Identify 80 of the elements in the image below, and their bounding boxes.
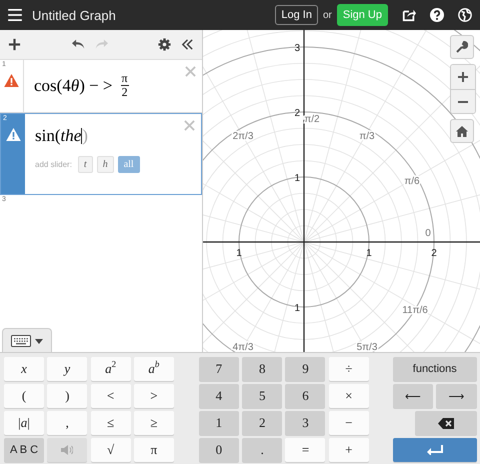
keypad-key[interactable]: ≥ [134, 411, 174, 435]
globe-icon[interactable] [458, 8, 472, 22]
keypad-key[interactable]: 8 [242, 357, 282, 381]
settings-button[interactable] [450, 35, 474, 59]
keypad-key[interactable]: = [285, 438, 326, 462]
undo-icon[interactable] [72, 38, 84, 51]
enter-key[interactable] [392, 438, 477, 462]
keyboard-toggle[interactable] [2, 328, 52, 352]
angle-label: π/3 [359, 131, 375, 142]
keypad-key[interactable]: x [4, 357, 44, 381]
slider-option[interactable]: h [96, 156, 114, 173]
keypad-key[interactable]: < [90, 384, 131, 408]
enter-icon [426, 445, 444, 455]
keypad-key[interactable]: ⟶ [436, 384, 477, 408]
keypad-key[interactable]: π [134, 438, 174, 462]
graph-title: Untitled Graph [32, 8, 116, 22]
menu-icon[interactable] [8, 9, 22, 21]
math-expression: sin(the [35, 126, 82, 146]
keypad-key[interactable]: y [47, 357, 88, 381]
fraction-denominator: 2 [122, 86, 128, 100]
keypad-key[interactable]: , [47, 411, 88, 435]
keypad-key[interactable]: 5 [242, 384, 282, 408]
closing-paren: ) [82, 126, 88, 146]
keypad-key[interactable]: ) [47, 384, 88, 408]
help-icon[interactable] [430, 8, 444, 22]
keypad-key[interactable]: + [328, 438, 369, 462]
keypad-key[interactable]: A B C [4, 438, 44, 462]
home-button[interactable] [450, 119, 474, 143]
keypad-key[interactable]: ÷ [328, 357, 369, 381]
keypad-key[interactable]: 2 [242, 411, 282, 435]
keypad-key[interactable]: ⟵ [392, 384, 434, 408]
keypad-key[interactable]: × [328, 384, 369, 408]
angle-label: 0 [425, 228, 431, 239]
backspace-key[interactable] [414, 411, 477, 435]
math-expression: cos(4θ) − > [34, 76, 113, 96]
angle-label: 4π/3 [232, 342, 254, 352]
keypad-key[interactable]: 0 [198, 438, 239, 462]
axis-tick-label: 2 [294, 108, 300, 119]
axis-tick-label: 1 [294, 173, 300, 184]
zoom-out-button[interactable] [451, 89, 475, 113]
keypad-key[interactable]: 6 [285, 384, 326, 408]
speaker-icon [61, 445, 74, 455]
axis-tick-label: 1 [294, 303, 300, 314]
keypad-key[interactable]: 3 [285, 411, 326, 435]
or-text: or [322, 10, 332, 20]
keypad-key[interactable]: ≤ [90, 411, 131, 435]
fraction-numerator: π [120, 72, 129, 86]
slider-option[interactable]: t [78, 156, 93, 173]
backspace-icon [438, 418, 454, 428]
keypad-key[interactable]: |a| [4, 411, 44, 435]
keypad-key[interactable]: functions [392, 357, 477, 381]
login-button[interactable]: Log In [275, 5, 318, 25]
axis-tick-label: 2 [431, 248, 437, 259]
axis-tick-label: 1 [236, 248, 242, 259]
keypad-key[interactable]: > [134, 384, 174, 408]
keypad-key[interactable]: ( [4, 384, 44, 408]
axis-tick-label: 1 [366, 248, 372, 259]
keypad-key[interactable]: . [242, 438, 282, 462]
angle-label: 5π/3 [356, 342, 378, 352]
keyboard-icon [11, 335, 31, 347]
keypad-key[interactable]: √ [90, 438, 131, 462]
keypad-key[interactable]: 7 [198, 357, 239, 381]
plus-icon [458, 72, 468, 82]
keypad-key[interactable]: 4 [198, 384, 239, 408]
share-icon[interactable] [402, 8, 416, 22]
collapse-icon[interactable] [181, 38, 194, 51]
keypad-key[interactable]: 9 [285, 357, 326, 381]
settings-icon[interactable] [158, 38, 171, 51]
angle-label: π/2 [304, 114, 320, 125]
axis-tick-label: 3 [294, 43, 300, 54]
wrench-icon [456, 41, 468, 53]
add-slider-label: add slider: [35, 160, 72, 169]
zoom-in-button[interactable] [451, 65, 475, 89]
home-icon [456, 126, 468, 136]
keypad-key[interactable]: 1 [198, 411, 239, 435]
add-icon[interactable] [8, 38, 21, 51]
angle-label: 2π/3 [232, 131, 254, 142]
keypad-key[interactable]: − [328, 411, 369, 435]
caret-icon [35, 338, 43, 344]
angle-label: π/6 [404, 176, 420, 187]
